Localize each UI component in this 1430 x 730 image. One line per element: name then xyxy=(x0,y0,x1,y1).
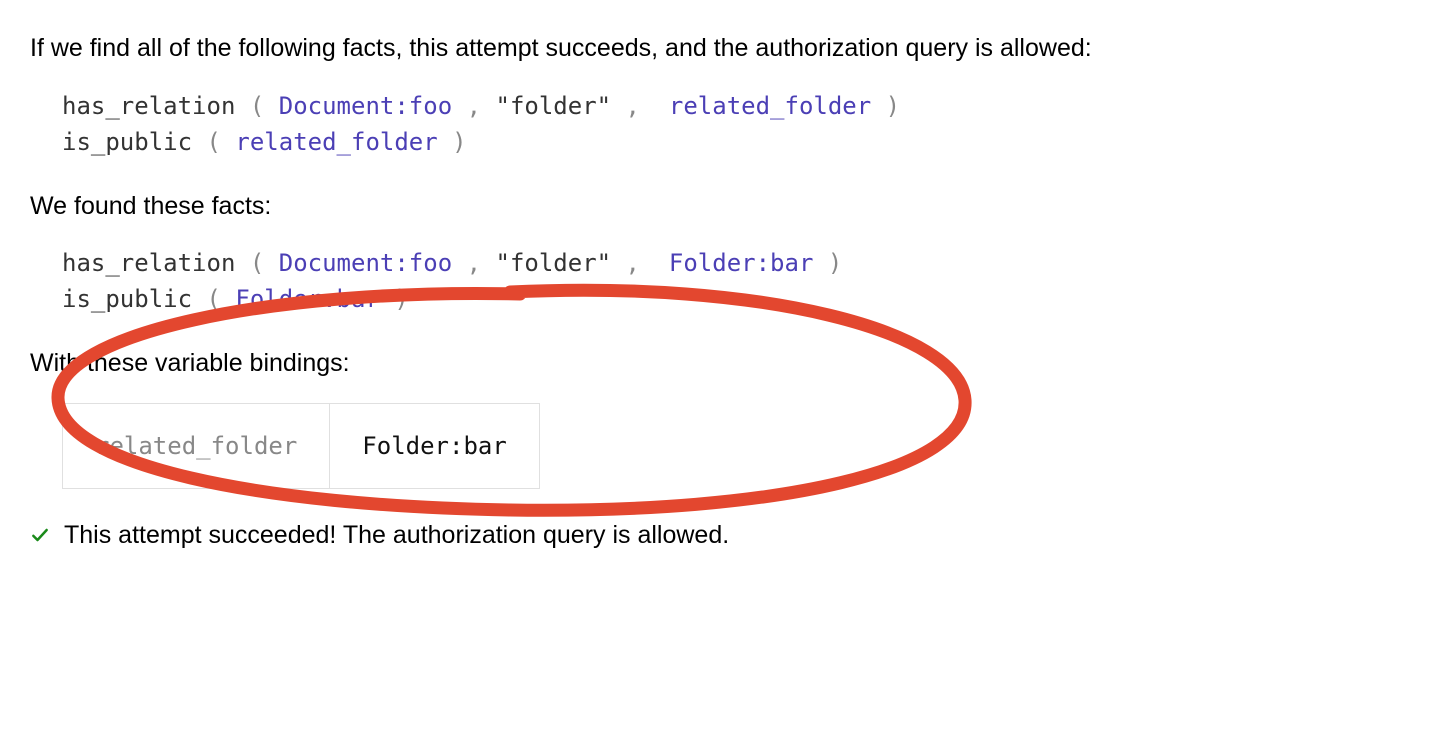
binding-key: related_folder xyxy=(63,403,330,488)
result-text: This attempt succeeded! The authorizatio… xyxy=(64,517,729,555)
result-line: This attempt succeeded! The authorizatio… xyxy=(30,517,1400,555)
binding-val: Folder:bar xyxy=(330,403,540,488)
found-facts-label: We found these facts: xyxy=(30,188,1400,226)
intro-paragraph: If we find all of the following facts, t… xyxy=(30,30,1130,68)
bindings-table: related_folder Folder:bar xyxy=(62,403,540,489)
bindings-label: With these variable bindings: xyxy=(30,345,1400,383)
check-icon xyxy=(30,525,50,545)
facts-needed-code: has_relation ( Document:foo , "folder" ,… xyxy=(30,88,1400,160)
facts-found-code: has_relation ( Document:foo , "folder" ,… xyxy=(30,245,1400,317)
table-row: related_folder Folder:bar xyxy=(63,403,540,488)
